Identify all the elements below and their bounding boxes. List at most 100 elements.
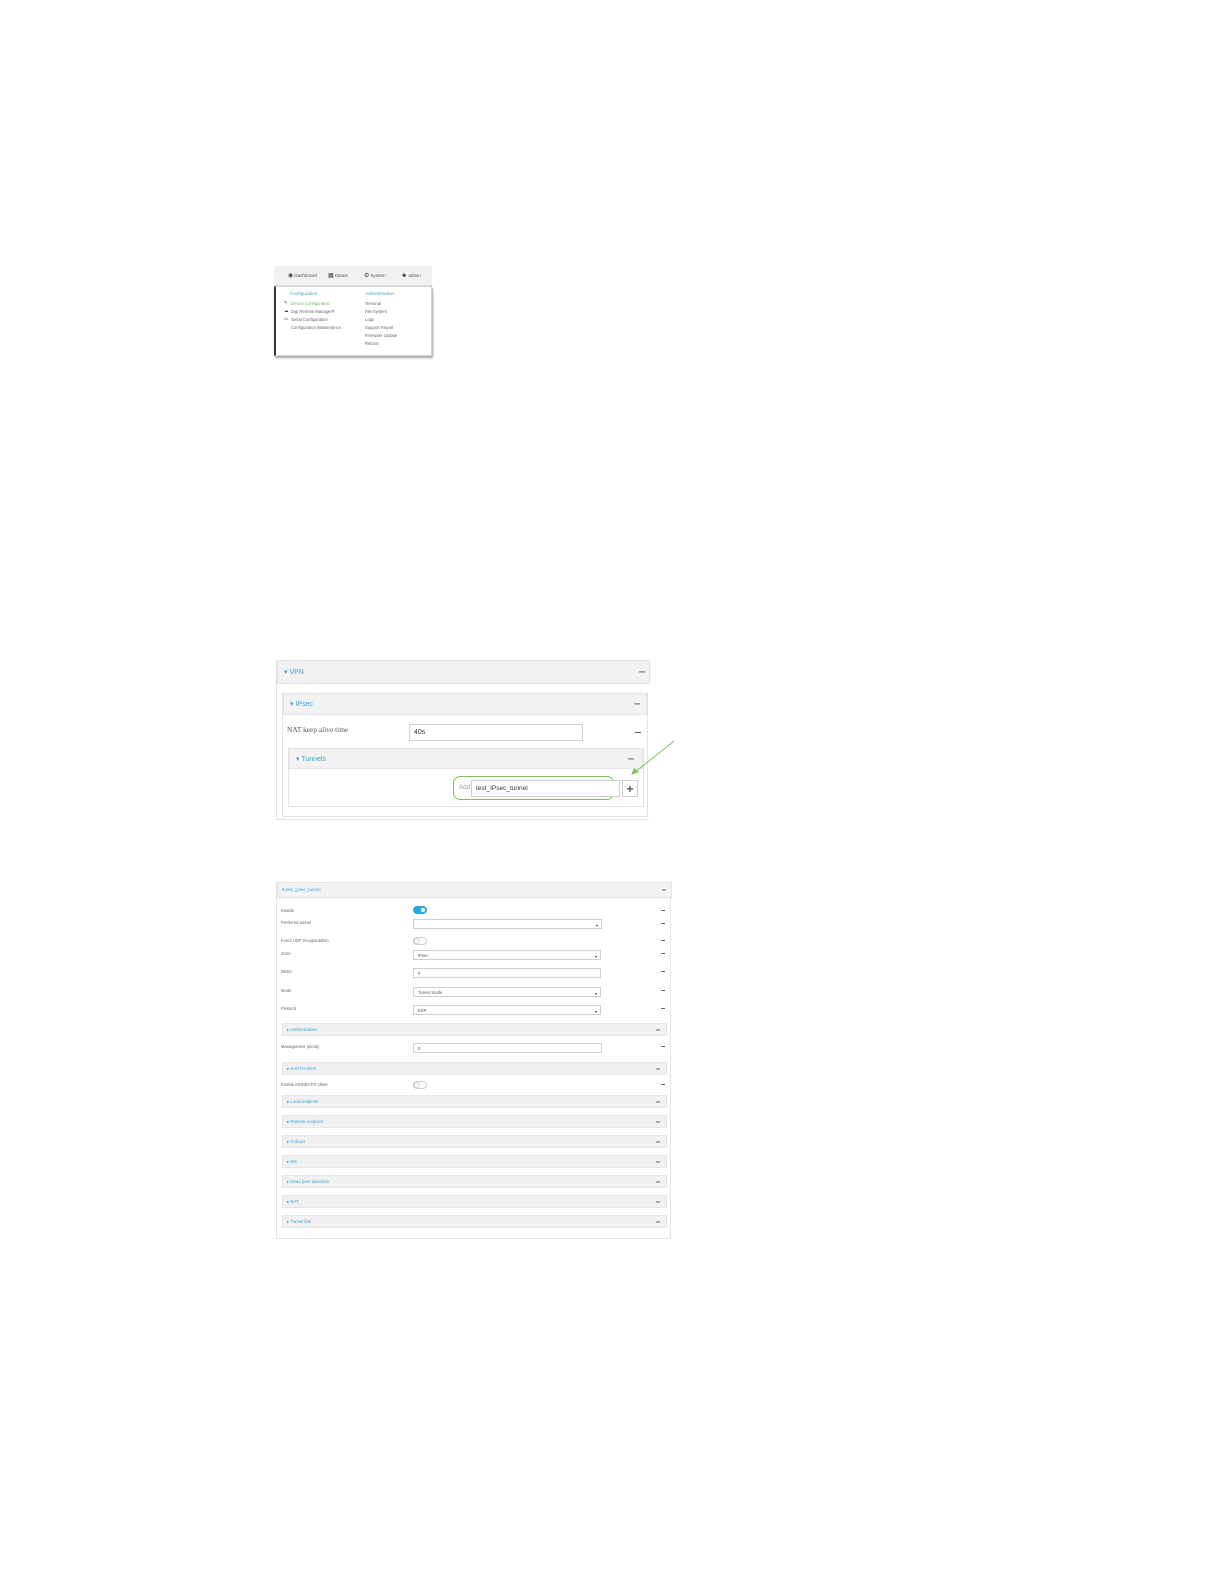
force-udp-toggle[interactable]: [413, 937, 427, 945]
xauth-client-section[interactable]: ▸ XAUTH client: [282, 1062, 667, 1075]
protocol-label: Protocol: [281, 1006, 297, 1011]
nav-status-label: Status: [334, 273, 348, 278]
management-priority-input[interactable]: 0: [413, 1043, 602, 1053]
enable-label: Enable: [281, 908, 295, 913]
add-label: Add: [459, 784, 471, 791]
collapse-icon: [661, 1084, 665, 1085]
metric-label: Metric: [281, 969, 293, 974]
nav-admin[interactable]: ☻ admin: [401, 272, 421, 279]
callout-arrow-icon: [631, 740, 675, 775]
vpn-ipsec-screenshot: ▾ VPN ▾ IPsec NAT keep alive time 40s ▾ …: [276, 660, 650, 820]
zone-select[interactable]: IPsec ▾: [413, 950, 601, 960]
user-icon: ☻: [401, 272, 408, 279]
local-endpoint-section[interactable]: ▸ Local endpoint: [282, 1095, 667, 1108]
modecfg-label: Enable MODECFG client: [281, 1082, 328, 1087]
menu-item-digi-remote-manager[interactable]: Digi Remote Manager®: [291, 309, 335, 314]
ipsec-title: ▾ IPsec: [290, 701, 313, 708]
tunnels-section-header[interactable]: ▾ Tunnels: [289, 748, 643, 769]
menu-item-firmware-update[interactable]: Firmware Update: [365, 333, 397, 338]
serial-icon: ▭: [284, 316, 289, 321]
collapse-icon: [661, 953, 665, 954]
dead-peer-detection-title: ▸ Dead peer detection: [287, 1178, 330, 1184]
collapse-icon[interactable]: [656, 1221, 660, 1222]
collapse-icon[interactable]: [639, 671, 645, 673]
menu-item-configuration-maintenance[interactable]: Configuration Maintenance: [291, 325, 341, 330]
add-tunnel-input[interactable]: test_IPsec_tunnel: [471, 780, 620, 797]
collapse-icon[interactable]: [662, 889, 666, 891]
menu-item-logs[interactable]: Logs: [365, 317, 374, 322]
collapse-icon: [661, 990, 665, 991]
nat-keep-alive-input[interactable]: 40s: [409, 724, 583, 741]
gear-icon: ⚙: [364, 272, 370, 279]
vpn-title: ▾ VPN: [284, 669, 304, 676]
authentication-section[interactable]: ▸ Authentication: [282, 1023, 667, 1036]
caret-down-icon: ▾: [595, 923, 598, 928]
collapse-icon[interactable]: [656, 1141, 660, 1142]
xauth-client-title: ▸ XAUTH client: [287, 1065, 317, 1071]
system-menu-screenshot: ◉ Dashboard ▦ Status ⚙ System ☻ admin Co…: [274, 266, 432, 356]
local-endpoint-title: ▸ Local endpoint: [287, 1098, 319, 1104]
vpn-section-header[interactable]: ▾ VPN: [277, 660, 650, 684]
enable-toggle[interactable]: [413, 906, 427, 914]
caret-down-icon: ▾: [594, 954, 597, 959]
zone-label: Zone: [281, 951, 291, 956]
remote-endpoint-title: ▸ Remote endpoint: [287, 1118, 324, 1124]
collapse-icon[interactable]: [635, 732, 641, 734]
dead-peer-detection-section[interactable]: ▸ Dead peer detection: [282, 1175, 667, 1188]
dashboard-icon: ◉: [288, 272, 294, 279]
configuration-heading: Configuration: [290, 291, 318, 296]
administration-heading: Administration: [365, 291, 395, 296]
menu-item-support-report[interactable]: Support Report: [365, 325, 393, 330]
add-tunnel-group: Add test_IPsec_tunnel +: [453, 776, 638, 800]
nav-system-label: System: [370, 273, 386, 278]
collapse-icon[interactable]: [656, 1201, 660, 1202]
mode-select[interactable]: Tunnel mode ▾: [413, 987, 601, 997]
authentication-title: ▸ Authentication: [287, 1026, 318, 1032]
force-udp-label: Force UDP encapsulation: [281, 938, 329, 943]
wrench-icon: ✎: [284, 300, 288, 305]
menu-item-file-system[interactable]: File System: [365, 309, 387, 314]
ike-section[interactable]: ▸ IKE: [282, 1155, 667, 1168]
nav-system[interactable]: ⚙ System: [364, 272, 386, 279]
mode-label: Mode: [281, 988, 292, 993]
collapse-icon[interactable]: [634, 703, 640, 705]
collapse-icon[interactable]: [656, 1161, 660, 1162]
collapse-icon[interactable]: [656, 1121, 660, 1122]
menu-item-device-configuration[interactable]: Device Configuration: [291, 301, 330, 306]
nav-status[interactable]: ▦ Status: [328, 272, 348, 279]
remote-endpoint-section[interactable]: ▸ Remote endpoint: [282, 1115, 667, 1128]
nat-section[interactable]: ▸ NAT: [282, 1195, 667, 1208]
tunnel-settings-screenshot: ▾ test_ipsec_tunnel Enable Preferred tun…: [276, 882, 672, 1239]
modecfg-toggle[interactable]: [413, 1081, 427, 1089]
policies-section[interactable]: ▸ Policies: [282, 1135, 667, 1148]
preferred-tunnel-select[interactable]: ▾: [413, 919, 602, 929]
collapse-icon[interactable]: [656, 1181, 660, 1182]
cloud-icon: ☁: [284, 308, 289, 313]
ipsec-section-header[interactable]: ▾ IPsec: [283, 693, 647, 715]
tunnel-link-section[interactable]: ▸ Tunnel link: [282, 1215, 667, 1228]
metric-input[interactable]: 0: [413, 968, 601, 978]
add-tunnel-button[interactable]: +: [622, 780, 638, 797]
menu-item-terminal[interactable]: Terminal: [365, 301, 381, 306]
grid-icon: ▦: [328, 272, 334, 279]
protocol-select[interactable]: ESP ▾: [413, 1005, 601, 1015]
collapse-icon: [661, 940, 665, 941]
collapse-icon[interactable]: [656, 1029, 660, 1030]
menu-item-serial-configuration[interactable]: Serial Configuration: [291, 317, 328, 322]
nat-title: ▸ NAT: [287, 1198, 299, 1204]
collapse-icon: [661, 1008, 665, 1009]
top-nav-bar: ◉ Dashboard ▦ Status ⚙ System ☻ admin: [274, 266, 432, 286]
menu-item-reboot[interactable]: Reboot: [365, 341, 379, 346]
management-priority-label: Management priority: [281, 1044, 320, 1049]
collapse-icon[interactable]: [656, 1068, 660, 1069]
nat-keep-alive-label: NAT keep alive time: [287, 725, 349, 734]
collapse-icon: [661, 1046, 665, 1047]
nav-dashboard[interactable]: ◉ Dashboard: [288, 272, 317, 279]
tunnel-link-title: ▸ Tunnel link: [287, 1218, 311, 1224]
collapse-icon: [661, 910, 665, 911]
nav-admin-label: admin: [408, 273, 421, 278]
policies-title: ▸ Policies: [287, 1138, 306, 1144]
system-dropdown: Configuration Administration ✎ Device Co…: [274, 286, 432, 356]
tunnel-section-header[interactable]: ▾ test_ipsec_tunnel: [277, 882, 672, 898]
collapse-icon[interactable]: [656, 1101, 660, 1102]
